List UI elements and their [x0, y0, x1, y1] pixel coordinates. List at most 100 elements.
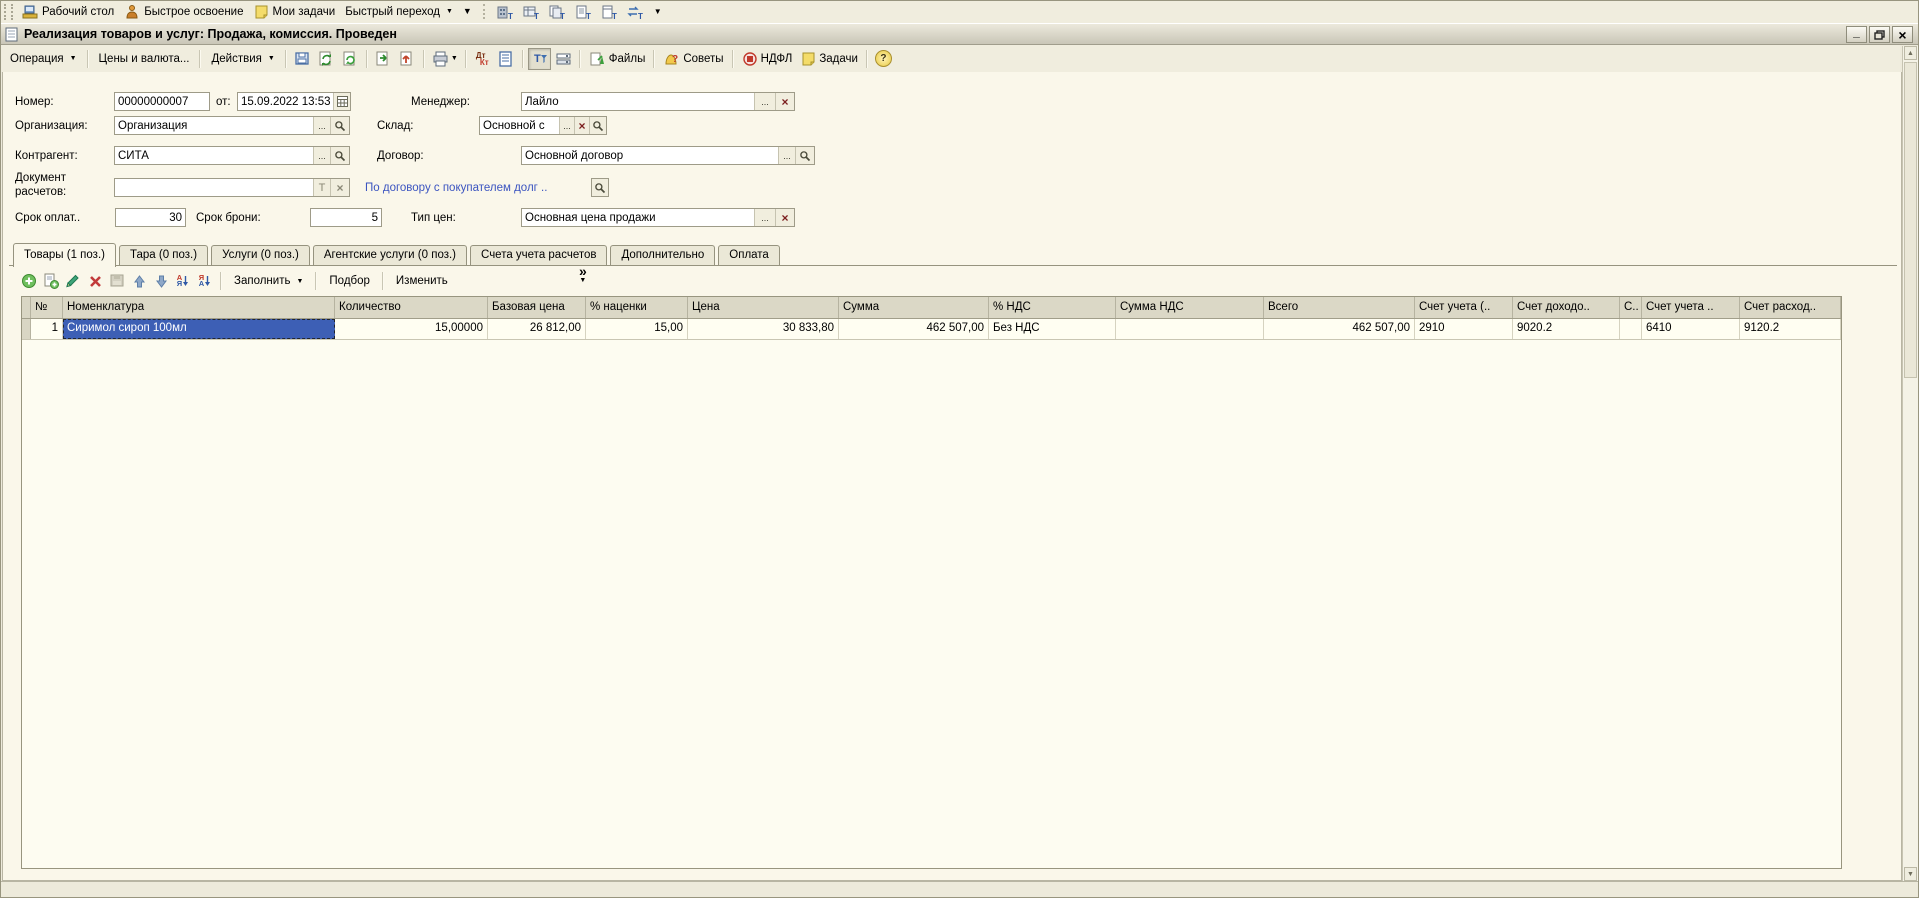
column-header[interactable]: Счет учета ..	[1642, 297, 1740, 318]
contract-debt-link[interactable]: По договору с покупателем долг ..	[365, 182, 547, 194]
settlement-doc-clear-button[interactable]: ×	[330, 179, 349, 196]
help-button[interactable]: ?	[872, 48, 895, 70]
table-cell[interactable]: 26 812,00	[488, 319, 586, 339]
actions-menu-button[interactable]: Действия▼	[205, 50, 280, 68]
delete-row-button[interactable]	[85, 271, 105, 291]
column-header[interactable]: Номенклатура	[63, 297, 335, 318]
counterparty-open-button[interactable]	[330, 147, 349, 164]
contract-input[interactable]	[522, 147, 778, 164]
debt-open-button[interactable]	[591, 178, 609, 197]
manager-clear-button[interactable]: ×	[775, 93, 794, 110]
unpost-document-button[interactable]	[396, 48, 419, 70]
files-button[interactable]: Файлы	[585, 49, 650, 69]
column-header[interactable]: Счет учета (..	[1415, 297, 1513, 318]
organization-input[interactable]	[115, 117, 313, 134]
column-header[interactable]: Цена	[688, 297, 839, 318]
table-cell[interactable]	[1116, 319, 1264, 339]
minimize-button[interactable]: _	[1846, 26, 1867, 43]
settlement-doc-type-button[interactable]: T	[313, 179, 330, 196]
column-header[interactable]: Всего	[1264, 297, 1415, 318]
table-cell[interactable]: 2910	[1415, 319, 1513, 339]
calendar-button[interactable]	[333, 93, 350, 110]
copy-row-button[interactable]	[41, 271, 61, 291]
restore-button[interactable]	[1869, 26, 1890, 43]
price-type-clear-button[interactable]: ×	[775, 209, 794, 226]
table-cell[interactable]: 9120.2	[1740, 319, 1841, 339]
tab-containers[interactable]: Тара (0 поз.)	[119, 245, 208, 265]
translate-doc-icon[interactable]: T	[573, 3, 595, 21]
post-document-button[interactable]	[372, 48, 395, 70]
tab-services[interactable]: Услуги (0 поз.)	[211, 245, 310, 265]
table-cell[interactable]: 6410	[1642, 319, 1740, 339]
sort-asc-button[interactable]: АЯ	[173, 271, 193, 291]
price-type-select-button[interactable]: ...	[754, 209, 775, 226]
tab-payment[interactable]: Оплата	[718, 245, 780, 265]
settlement-doc-input[interactable]	[115, 179, 313, 196]
table-cell[interactable]: 1	[31, 319, 63, 339]
column-header[interactable]: Сумма	[839, 297, 989, 318]
translate-table-icon[interactable]: T	[521, 3, 543, 21]
organization-select-button[interactable]: ...	[313, 117, 330, 134]
close-button[interactable]: ×	[1892, 26, 1913, 43]
subordination-structure-button[interactable]: Т	[528, 48, 551, 70]
contract-open-button[interactable]	[795, 147, 814, 164]
counterparty-input[interactable]	[115, 147, 313, 164]
warehouse-clear-button[interactable]: ×	[574, 117, 589, 134]
column-header[interactable]: Базовая цена	[488, 297, 586, 318]
organization-open-button[interactable]	[330, 117, 349, 134]
report-structure-button[interactable]	[495, 48, 518, 70]
warehouse-open-button[interactable]	[589, 117, 606, 134]
vertical-scrollbar[interactable]: ▲ ▼	[1902, 46, 1918, 881]
column-header[interactable]: №	[31, 297, 63, 318]
scrollbar-thumb[interactable]	[1904, 62, 1917, 378]
dtkt-movements-button[interactable]: ДтКт	[471, 48, 494, 70]
edit-row-button[interactable]	[63, 271, 83, 291]
translate-building-icon[interactable]: T	[495, 3, 517, 21]
tasks-button[interactable]: Задачи	[797, 49, 862, 68]
icon-group-overflow-chevron[interactable]: ▼	[651, 9, 665, 14]
table-cell[interactable]: 15,00	[586, 319, 688, 339]
date-input[interactable]	[238, 93, 333, 110]
ndfl-button[interactable]: НДФЛ	[738, 49, 797, 69]
grid-toolbar-overflow-button[interactable]: » ▼	[579, 266, 587, 286]
column-header[interactable]: Сумма НДС	[1116, 297, 1264, 318]
column-header[interactable]: % наценки	[586, 297, 688, 318]
column-header[interactable]: Счет доходо..	[1513, 297, 1620, 318]
copy-document-button[interactable]	[339, 48, 362, 70]
change-button[interactable]: Изменить	[389, 272, 455, 290]
warehouse-select-button[interactable]: ...	[559, 117, 574, 134]
toolbar-overflow-chevron[interactable]: ▼	[460, 9, 475, 14]
my-tasks-button[interactable]: Мои задачи	[251, 3, 339, 20]
table-cell[interactable]	[1620, 319, 1642, 339]
tab-additional[interactable]: Дополнительно	[610, 245, 715, 265]
prices-currency-button[interactable]: Цены и валюта...	[93, 50, 196, 68]
end-edit-button[interactable]	[107, 271, 127, 291]
table-cell[interactable]: 9020.2	[1513, 319, 1620, 339]
operation-menu-button[interactable]: Операция▼	[4, 50, 83, 68]
scroll-up-arrow[interactable]: ▲	[1904, 46, 1917, 60]
column-header[interactable]: Количество	[335, 297, 488, 318]
move-down-button[interactable]	[151, 271, 171, 291]
fill-menu-button[interactable]: Заполнить▼	[227, 272, 310, 290]
add-row-button[interactable]	[19, 271, 39, 291]
number-input[interactable]	[115, 93, 209, 110]
quick-jump-button[interactable]: Быстрый переход ▼	[342, 5, 456, 19]
print-menu-button[interactable]: ▼	[429, 48, 461, 70]
contract-select-button[interactable]: ...	[778, 147, 795, 164]
tab-goods[interactable]: Товары (1 поз.)	[13, 243, 116, 267]
reserve-term-input[interactable]	[311, 209, 381, 226]
warehouse-input[interactable]	[480, 117, 559, 134]
move-up-button[interactable]	[129, 271, 149, 291]
counterparty-select-button[interactable]: ...	[313, 147, 330, 164]
table-cell[interactable]: 462 507,00	[1264, 319, 1415, 339]
column-header[interactable]: С..	[1620, 297, 1642, 318]
table-row[interactable]: 1Сиримол сироп 100мл15,0000026 812,0015,…	[22, 319, 1841, 340]
column-header[interactable]: % НДС	[989, 297, 1116, 318]
table-cell[interactable]: Сиримол сироп 100мл	[63, 319, 335, 339]
column-header[interactable]: Счет расход..	[1740, 297, 1841, 318]
manager-input[interactable]	[522, 93, 754, 110]
table-cell[interactable]: 15,00000	[335, 319, 488, 339]
pick-button[interactable]: Подбор	[322, 272, 377, 290]
desktop-button[interactable]: Рабочий стол	[19, 3, 117, 20]
toolbar-drag-handle[interactable]	[4, 4, 13, 20]
